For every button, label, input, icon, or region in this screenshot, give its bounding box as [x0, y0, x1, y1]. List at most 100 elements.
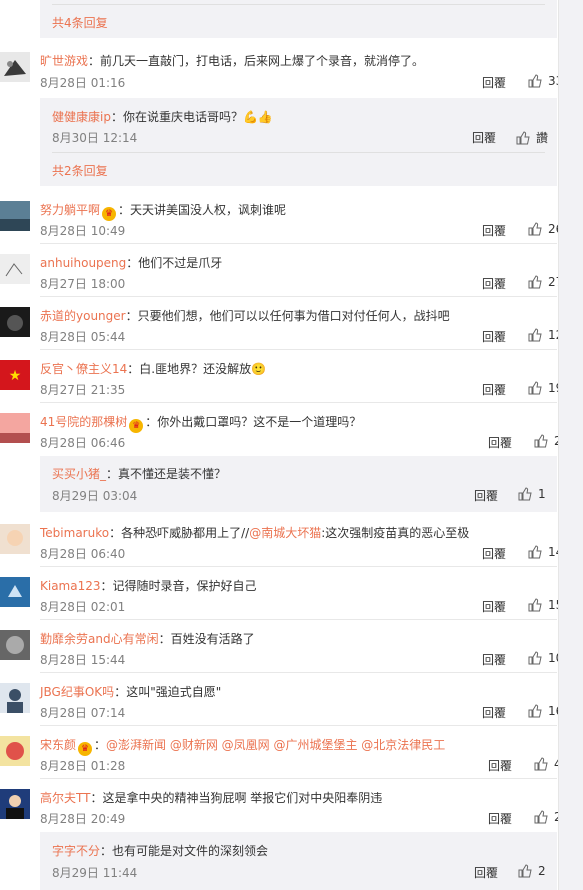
comment-time: 8月27日 21:35 [40, 383, 126, 397]
mention-link[interactable]: @南城大坏猫 [249, 526, 321, 540]
comment-text: 只要他们想，他们可以以任何事为借口对付任何人，战抖吧 [137, 309, 450, 323]
comment-text: 记得随时录音，保护好自己 [112, 579, 257, 593]
divider [40, 672, 557, 673]
comment-time: 8月28日 01:28 [40, 759, 126, 773]
avatar[interactable] [0, 789, 30, 819]
avatar[interactable] [0, 524, 30, 554]
thumbs-up-icon [528, 275, 542, 289]
avatar[interactable]: ★ [0, 360, 30, 390]
avatar[interactable] [0, 201, 30, 231]
thumbs-up-icon [528, 704, 542, 718]
reply-time: 8月29日 03:04 [52, 489, 138, 503]
like-button[interactable]: 讚 [516, 129, 548, 146]
comment-author[interactable]: 41号院的那棵树 [40, 415, 127, 429]
reply-author[interactable]: 字字不分 [52, 844, 100, 858]
divider [40, 566, 557, 567]
reply-button[interactable]: 回覆 [482, 328, 506, 345]
thumbs-up-icon [528, 545, 542, 559]
vip-badge-icon: ♛ [78, 742, 93, 756]
reply-text: 你在说重庆电话哥吗？💪👍 [122, 110, 273, 124]
comment-time: 8月28日 02:01 [40, 600, 126, 614]
vip-badge-icon: ♛ [102, 207, 117, 221]
divider [40, 725, 557, 726]
more-replies-link[interactable]: 共4条回复 [52, 14, 108, 31]
divider [40, 778, 557, 779]
reply-button[interactable]: 回覆 [482, 545, 506, 562]
divider [40, 296, 557, 297]
comment-text: 你外出戴口罩吗？这不是一个道理吗？ [157, 415, 362, 429]
reply-button[interactable]: 回覆 [474, 487, 498, 504]
comment-text: 这叫"强迫式自愿" [126, 685, 222, 699]
thumbs-up-icon [534, 757, 548, 771]
reply-button[interactable]: 回覆 [482, 651, 506, 668]
reply-button[interactable]: 回覆 [482, 222, 506, 239]
reply-author[interactable]: 健健康康ip [52, 110, 111, 124]
reply-button[interactable]: 回覆 [488, 757, 512, 774]
avatar[interactable] [0, 630, 30, 660]
reply-text: 也有可能是对文件的深刻领会 [112, 844, 269, 858]
reply-box: 买买小猪_：真不懂还是装不懂？ 8月29日 03:04 回覆 1 [40, 456, 557, 512]
avatar[interactable] [0, 413, 30, 443]
comment-text: 白.匪地界？还没解放🙂 [139, 362, 267, 376]
comment-author[interactable]: 宋东颜 [40, 738, 76, 752]
like-count: 2 [538, 864, 546, 878]
comment-author[interactable]: Kiama123 [40, 579, 101, 593]
like-count: 1 [538, 487, 546, 501]
comment-author[interactable]: 勤靡余劳and心有常闲 [40, 632, 159, 646]
more-replies-link[interactable]: 共2条回复 [52, 162, 108, 179]
reply-button[interactable]: 回覆 [474, 864, 498, 881]
comment-time: 8月27日 18:00 [40, 277, 126, 291]
comment-author[interactable]: Tebimaruko [40, 526, 109, 540]
comment-text: 前几天一直敲门，打电话，后来网上爆了个录音，就消停了。 [100, 54, 425, 68]
like-button[interactable]: 2 [518, 864, 546, 878]
reply-box: 共4条回复 [40, 0, 557, 38]
thumbs-up-icon [516, 130, 530, 144]
comment-author[interactable]: anhuihoupeng [40, 256, 126, 270]
divider [40, 349, 557, 350]
svg-text:★: ★ [9, 368, 22, 384]
reply-button[interactable]: 回覆 [482, 598, 506, 615]
thumbs-up-icon [534, 810, 548, 824]
divider [40, 243, 557, 244]
comment-time: 8月28日 20:49 [40, 812, 126, 826]
thumbs-up-icon [528, 328, 542, 342]
like-button[interactable]: 1 [518, 487, 546, 501]
avatar[interactable] [0, 577, 30, 607]
thumbs-up-icon [528, 74, 542, 88]
divider [40, 402, 557, 403]
comment-author[interactable]: 努力躺平啊 [40, 203, 100, 217]
reply-button[interactable]: 回覆 [488, 810, 512, 827]
thumbs-up-icon [528, 381, 542, 395]
reply-author[interactable]: 买买小猪_ [52, 467, 106, 481]
avatar[interactable] [0, 307, 30, 337]
reply-button[interactable]: 回覆 [482, 74, 506, 91]
reply-button[interactable]: 回覆 [482, 381, 506, 398]
comment-author[interactable]: JBG纪事OK吗 [40, 685, 114, 699]
comment-author[interactable]: 反官丶僚主义14 [40, 362, 127, 376]
comment-time: 8月28日 07:14 [40, 706, 126, 720]
avatar[interactable] [0, 52, 30, 82]
reply-button[interactable]: 回覆 [482, 275, 506, 292]
divider [40, 619, 557, 620]
scrollbar[interactable] [558, 0, 583, 890]
reply-button[interactable]: 回覆 [488, 434, 512, 451]
reply-button[interactable]: 回覆 [482, 704, 506, 721]
reply-time: 8月30日 12:14 [52, 131, 138, 145]
thumbs-up-icon [534, 434, 548, 448]
reply-text: 真不懂还是装不懂？ [118, 467, 227, 481]
avatar[interactable] [0, 254, 30, 284]
comment-text: 这是拿中央的精神当狗屁啊 举报它们对中央阳奉阴违 [102, 791, 383, 805]
comment-time: 8月28日 06:46 [40, 436, 126, 450]
reply-button[interactable]: 回覆 [472, 129, 496, 146]
avatar[interactable] [0, 683, 30, 713]
mention-link[interactable]: @澎湃新闻 @财新网 @凤凰网 @广州城堡堡主 @北京法律民工 [106, 738, 445, 752]
comment-text: 各种恐吓威胁都用上了// [121, 526, 250, 540]
comment-author[interactable]: 赤道的younger [40, 309, 126, 323]
comment-author[interactable]: 旷世游戏 [40, 54, 88, 68]
comment-time: 8月28日 15:44 [40, 653, 126, 667]
comment-time: 8月28日 05:44 [40, 330, 126, 344]
comment-author[interactable]: 高尔夫TT [40, 791, 90, 805]
comment-text: 他们不过是爪牙 [138, 256, 223, 270]
comment-time: 8月28日 10:49 [40, 224, 126, 238]
avatar[interactable] [0, 736, 30, 766]
